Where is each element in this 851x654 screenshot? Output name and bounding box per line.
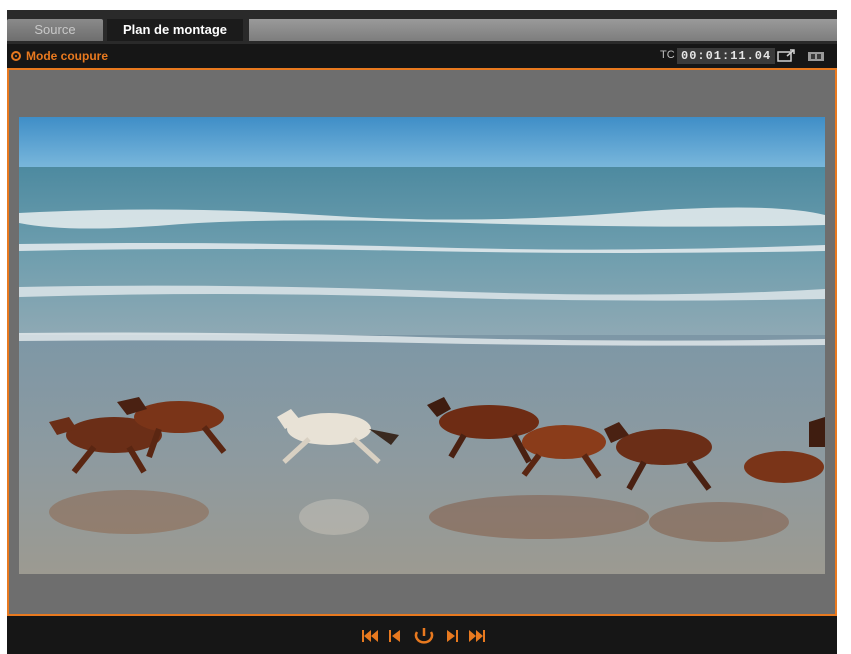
tab-source[interactable]: Source: [7, 19, 103, 41]
export-icon[interactable]: [777, 48, 797, 64]
preview-frame: [7, 68, 837, 616]
player-window: Source Plan de montage Mode coupure TC 0…: [7, 10, 837, 654]
playback-controls: [7, 616, 837, 654]
tab-bar: Source Plan de montage: [7, 10, 837, 44]
step-back-icon[interactable]: [388, 628, 402, 644]
timecode-display[interactable]: 00:01:11.04: [677, 48, 776, 64]
mode-label: Mode coupure: [26, 49, 109, 63]
fullscreen-icon[interactable]: [807, 48, 825, 64]
timecode-label: TC: [660, 49, 675, 61]
tab-bar-filler: [249, 19, 837, 41]
video-frame: [19, 117, 825, 574]
skip-to-start-icon[interactable]: [361, 628, 379, 644]
skip-to-end-icon[interactable]: [468, 628, 486, 644]
mode-toggle[interactable]: Mode coupure: [11, 48, 108, 64]
scissors-mode-icon: [11, 51, 21, 61]
loop-icon[interactable]: [411, 626, 437, 646]
tab-plan-de-montage[interactable]: Plan de montage: [107, 19, 243, 41]
step-forward-icon[interactable]: [445, 628, 459, 644]
status-row: Mode coupure TC 00:01:11.04: [7, 44, 837, 68]
